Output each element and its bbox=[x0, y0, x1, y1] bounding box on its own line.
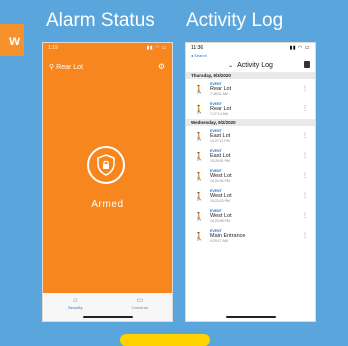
event-time: 10:24:34 PM bbox=[210, 179, 230, 183]
edge-tab-text: w bbox=[9, 32, 20, 48]
log-entry[interactable]: 🚶 EVENT West Lot 10:24:34 PM ⋮ bbox=[186, 166, 315, 186]
log-entry[interactable]: 🚶 EVENT Main Entrance 4:29:17 AM ⋮ bbox=[186, 226, 315, 246]
signal-icon: ▮▮ ◠ ▭ bbox=[289, 45, 310, 51]
nav-header: ⌄ Activity Log bbox=[186, 58, 315, 72]
log-phone: 11:36 ▮▮ ◠ ▭ ◂ Search ⌄ Activity Log Thu… bbox=[185, 42, 316, 322]
arm-toggle-button[interactable] bbox=[87, 146, 125, 184]
location-label: ⚲ Rear Lot bbox=[49, 63, 83, 71]
entry-text: EVENT East Lot 10:26:51 PM bbox=[210, 149, 230, 163]
log-entry[interactable]: 🚶 EVENT East Lot 10:26:51 PM ⋮ bbox=[186, 146, 315, 166]
heading-activity-log: Activity Log bbox=[186, 10, 284, 31]
date-header: Wednesday, 9/2/2020 bbox=[186, 119, 315, 126]
entry-text: EVENT West Lot 10:23:23 PM bbox=[210, 189, 232, 203]
tab-cameras-label: Cameras bbox=[131, 305, 148, 310]
more-options-icon[interactable]: ⋮ bbox=[302, 152, 308, 159]
tab-security-label: Security bbox=[68, 305, 83, 310]
home-icon: ⌂ bbox=[73, 297, 78, 304]
entry-text: EVENT East Lot 10:27:11 PM bbox=[210, 129, 230, 143]
log-entry[interactable]: 🚶 EVENT West Lot 10:23:08 PM ⋮ bbox=[186, 206, 315, 226]
status-time: 1:19 bbox=[48, 45, 58, 51]
signal-icon: ▮▮ ◠ ▭ bbox=[146, 45, 167, 51]
location-pin-icon: ⚲ bbox=[49, 63, 55, 71]
log-entry[interactable]: 🚶 EVENT West Lot 10:23:23 PM ⋮ bbox=[186, 186, 315, 206]
person-walking-icon: 🚶 bbox=[194, 171, 204, 181]
more-options-icon[interactable]: ⋮ bbox=[302, 172, 308, 179]
nav-title: Activity Log bbox=[237, 61, 273, 69]
entry-text: EVENT West Lot 10:23:08 PM bbox=[210, 209, 232, 223]
event-time: 10:27:11 PM bbox=[210, 139, 230, 143]
log-entry[interactable]: 🚶 EVENT East Lot 10:27:11 PM ⋮ bbox=[186, 126, 315, 146]
log-entry[interactable]: 🚶 EVENT Rear Lot 7:48:01 AM ⋮ bbox=[186, 79, 315, 99]
camera-icon: ▭ bbox=[136, 297, 144, 304]
home-indicator bbox=[83, 316, 133, 318]
event-time: 4:29:17 AM bbox=[210, 239, 228, 243]
event-time: 7:48:01 AM bbox=[210, 92, 228, 96]
person-walking-icon: 🚶 bbox=[194, 211, 204, 221]
armed-status-text: Armed bbox=[91, 199, 124, 210]
event-time: 10:26:51 PM bbox=[210, 159, 230, 163]
more-options-icon[interactable]: ⋮ bbox=[302, 105, 308, 112]
alarm-phone: 1:19 ▮▮ ◠ ▭ ⚲ Rear Lot ⚙ Armed ⌂ Security… bbox=[42, 42, 173, 322]
entry-text: EVENT West Lot 10:24:34 PM bbox=[210, 169, 232, 183]
event-time: 10:23:08 PM bbox=[210, 219, 230, 223]
entry-text: EVENT Main Entrance 4:29:17 AM bbox=[210, 229, 245, 243]
settings-icon[interactable]: ⚙ bbox=[158, 62, 165, 71]
alarm-status-panel: 1:19 ▮▮ ◠ ▭ ⚲ Rear Lot ⚙ Armed bbox=[43, 43, 172, 293]
more-options-icon[interactable]: ⋮ bbox=[302, 132, 308, 139]
person-walking-icon: 🚶 bbox=[194, 131, 204, 141]
date-header: Thursday, 9/3/2020 bbox=[186, 72, 315, 79]
heading-alarm-status: Alarm Status bbox=[46, 10, 155, 31]
event-time: 7:47:10 AM bbox=[210, 112, 228, 116]
chevron-down-icon[interactable]: ⌄ bbox=[228, 62, 233, 69]
status-bar: 1:19 ▮▮ ◠ ▭ bbox=[43, 43, 172, 53]
edge-tab: w bbox=[0, 24, 24, 56]
entry-text: EVENT Rear Lot 7:47:10 AM bbox=[210, 102, 231, 116]
person-walking-icon: 🚶 bbox=[194, 104, 204, 114]
home-indicator bbox=[226, 316, 276, 318]
entry-text: EVENT Rear Lot 7:48:01 AM bbox=[210, 82, 231, 96]
more-options-icon[interactable]: ⋮ bbox=[302, 212, 308, 219]
log-entry[interactable]: 🚶 EVENT Rear Lot 7:47:10 AM ⋮ bbox=[186, 99, 315, 119]
more-options-icon[interactable]: ⋮ bbox=[302, 232, 308, 239]
location-row[interactable]: ⚲ Rear Lot ⚙ bbox=[49, 62, 165, 71]
location-name: Rear Lot bbox=[56, 63, 83, 71]
status-bar: 11:36 ▮▮ ◠ ▭ bbox=[186, 43, 315, 53]
yellow-shape bbox=[120, 334, 210, 346]
person-walking-icon: 🚶 bbox=[194, 84, 204, 94]
person-walking-icon: 🚶 bbox=[194, 151, 204, 161]
export-icon[interactable] bbox=[304, 61, 310, 68]
shield-lock-icon bbox=[97, 154, 115, 176]
more-options-icon[interactable]: ⋮ bbox=[302, 192, 308, 199]
event-time: 10:23:23 PM bbox=[210, 199, 230, 203]
more-options-icon[interactable]: ⋮ bbox=[302, 85, 308, 92]
status-time: 11:36 bbox=[191, 45, 204, 51]
person-walking-icon: 🚶 bbox=[194, 191, 204, 201]
person-walking-icon: 🚶 bbox=[194, 231, 204, 241]
